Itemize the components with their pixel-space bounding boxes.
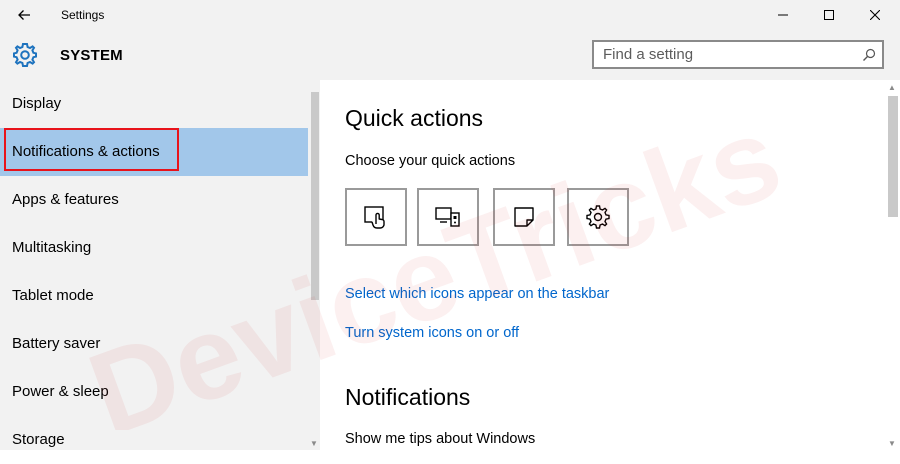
quick-actions-heading: Quick actions	[345, 105, 484, 131]
search-box[interactable]	[592, 40, 884, 69]
sidebar-item-label: Battery saver	[12, 335, 101, 352]
gear-icon	[13, 43, 37, 67]
sidebar-item-apps-features[interactable]: Apps & features	[0, 176, 308, 224]
sidebar-item-multitasking[interactable]: Multitasking	[0, 224, 308, 272]
sidebar-item-battery-saver[interactable]: Battery saver	[0, 320, 308, 368]
back-arrow-icon	[18, 10, 30, 20]
show-tips-label: Show me tips about Windows	[345, 431, 536, 447]
select-taskbar-icons-link[interactable]: Select which icons appear on the taskbar	[345, 286, 609, 302]
minimize-button[interactable]	[760, 0, 806, 30]
choose-quick-actions-label: Choose your quick actions	[345, 153, 516, 169]
sidebar-item-label: Display	[12, 95, 62, 112]
window-title: Settings	[61, 8, 105, 22]
quick-action-tile-note[interactable]	[493, 188, 555, 246]
sidebar-item-label: Apps & features	[12, 191, 119, 208]
tablet-mode-icon	[364, 206, 385, 229]
back-button[interactable]	[8, 2, 40, 28]
main-content: Quick actions Choose your quick actions …	[320, 80, 900, 450]
sidebar-scrollbar[interactable]: ▼	[308, 80, 320, 450]
sidebar-item-storage[interactable]: Storage	[0, 416, 308, 464]
sidebar-item-power-sleep[interactable]: Power & sleep	[0, 368, 308, 416]
maximize-button[interactable]	[806, 0, 852, 30]
quick-action-tile-tablet-mode[interactable]	[345, 188, 407, 246]
notifications-heading: Notifications	[345, 384, 471, 410]
sidebar-item-label: Storage	[12, 431, 65, 448]
sidebar-item-label: Power & sleep	[12, 383, 109, 400]
scroll-down-arrow-icon[interactable]: ▼	[310, 439, 318, 448]
sidebar-item-tablet-mode[interactable]: Tablet mode	[0, 272, 308, 320]
sidebar-item-display[interactable]: Display	[0, 80, 308, 128]
close-button[interactable]	[852, 0, 898, 30]
close-icon	[870, 10, 880, 20]
highlight-annotation-box	[4, 128, 179, 171]
scroll-down-arrow-icon[interactable]: ▼	[888, 439, 896, 448]
maximize-icon	[824, 10, 834, 20]
note-icon	[514, 207, 534, 227]
quick-action-tile-all-settings[interactable]	[567, 188, 629, 246]
title-bar: Settings	[0, 0, 900, 30]
sidebar-scrollbar-thumb[interactable]	[311, 92, 319, 300]
search-input[interactable]	[594, 42, 859, 67]
search-icon[interactable]	[862, 48, 876, 62]
sidebar-item-label: Multitasking	[12, 239, 92, 256]
quick-action-tile-connect[interactable]	[417, 188, 479, 246]
scroll-up-arrow-icon[interactable]: ▲	[888, 83, 896, 92]
section-title: SYSTEM	[60, 47, 123, 64]
settings-header: SYSTEM	[0, 30, 900, 80]
connect-icon	[435, 207, 460, 227]
all-settings-icon	[586, 205, 610, 229]
minimize-icon	[778, 14, 788, 16]
main-scrollbar-thumb[interactable]	[888, 96, 898, 217]
turn-system-icons-link[interactable]: Turn system icons on or off	[345, 325, 519, 341]
sidebar-item-label: Tablet mode	[12, 287, 94, 304]
main-scrollbar[interactable]: ▲ ▼	[885, 80, 900, 450]
